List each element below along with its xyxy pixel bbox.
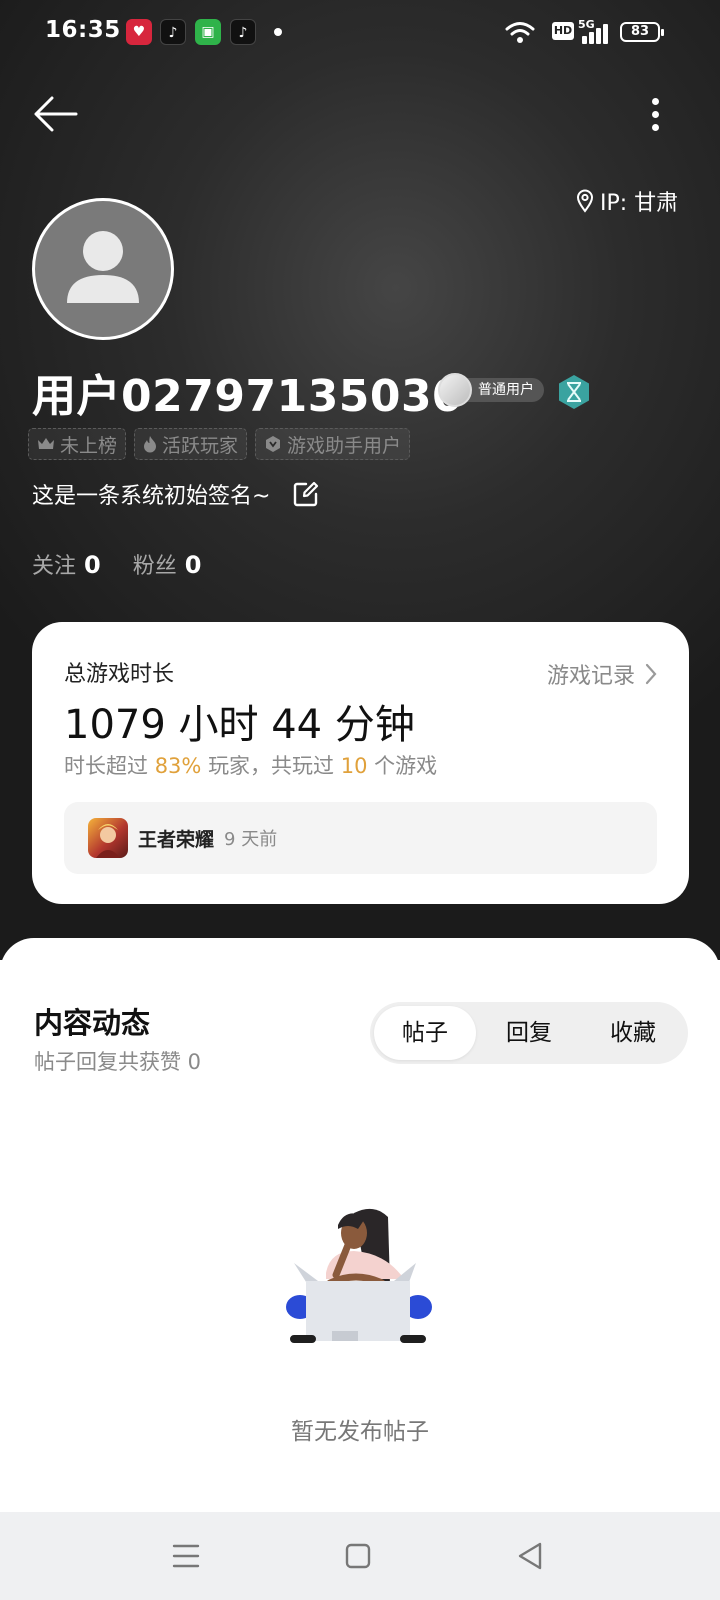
avatar[interactable] [32,198,174,340]
total-play-time: 1079 小时 44 分钟 [64,702,415,748]
follow-stats: 关注 0 粉丝 0 [32,548,201,580]
signal-icon [582,24,610,44]
triangle-back-icon [518,1542,542,1570]
status-time: 16:35 [45,17,121,43]
home-button[interactable] [336,1534,380,1578]
content-tabs: 帖子 回复 收藏 [370,1002,688,1064]
fans-count: 0 [184,551,202,579]
status-bar: 16:35 ♥ ♪ ▣ ♪ HD 5G 83 [0,0,720,64]
level-label: 普通用户 [464,378,544,402]
signature-text: 这是一条系统初始签名~ [32,484,271,509]
edit-icon[interactable] [292,480,320,508]
more-button[interactable] [640,92,670,136]
ip-location: IP: 甘肃 [576,185,678,217]
game-icon [88,818,128,858]
signature: 这是一条系统初始签名~ [32,478,320,510]
crown-icon [38,438,54,449]
home-square-icon [345,1543,371,1569]
location-pin-icon [576,189,594,213]
fans-stat[interactable]: 粉丝 0 [133,548,202,580]
more-notifications-dot [274,28,282,36]
following-stat[interactable]: 关注 0 [32,548,101,580]
chevron-right-icon [645,663,657,685]
recent-game-row[interactable]: 王者荣耀 9 天前 [64,802,657,874]
shield-badge-icon [438,373,472,407]
ip-label: IP: 甘肃 [600,191,679,216]
back-nav-button[interactable] [508,1534,552,1578]
user-tags: 未上榜 活跃玩家 游戏助手用户 [28,428,411,460]
empty-state-illustration [286,1208,432,1343]
stat-game-count: 10 [340,754,368,778]
user-level-badge[interactable]: 普通用户 [438,373,544,407]
tiktok-lite-icon: ♪ [230,19,256,45]
tiktok-icon: ♪ [160,19,186,45]
tag-active-player[interactable]: 活跃玩家 [134,428,248,460]
hexagon-icon [266,436,281,452]
back-button[interactable] [30,92,82,136]
game-last-played: 9 天前 [224,829,278,850]
tab-replies[interactable]: 回复 [478,1006,580,1060]
wifi-icon [505,22,535,43]
game-record-link[interactable]: 游戏记录 [547,658,657,690]
system-navigation-bar [0,1512,720,1600]
shopping-green-icon: ▣ [195,19,221,45]
arrow-left-icon [34,96,78,132]
game-time-card: 总游戏时长 游戏记录 1079 小时 44 分钟 时长超过 83% 玩家，共玩过… [32,622,689,904]
stat-percent: 83% [154,754,202,778]
app-red-icon: ♥ [126,19,152,45]
username: 用户02797135030 [32,371,464,422]
content-title: 内容动态 [34,1006,151,1040]
default-avatar-icon [67,231,139,303]
flame-icon [144,436,157,453]
following-count: 0 [84,551,101,579]
hd-indicator: HD [552,22,574,40]
tab-posts[interactable]: 帖子 [374,1006,476,1060]
game-name: 王者荣耀 [138,828,215,851]
tag-game-assistant[interactable]: 游戏助手用户 [255,428,411,460]
tag-rank[interactable]: 未上榜 [28,428,127,460]
empty-state-text: 暂无发布帖子 [291,1419,429,1445]
more-vertical-icon [652,98,659,105]
battery-icon: 83 [620,22,664,42]
tab-favorites[interactable]: 收藏 [582,1006,684,1060]
card-title: 总游戏时长 [64,662,175,687]
hourglass-badge-icon[interactable] [556,374,592,410]
menu-icon [172,1544,200,1568]
play-stat: 时长超过 83% 玩家，共玩过 10 个游戏 [64,754,438,778]
likes-summary: 帖子回复共获赞 0 [34,1050,202,1074]
menu-button[interactable] [164,1534,208,1578]
